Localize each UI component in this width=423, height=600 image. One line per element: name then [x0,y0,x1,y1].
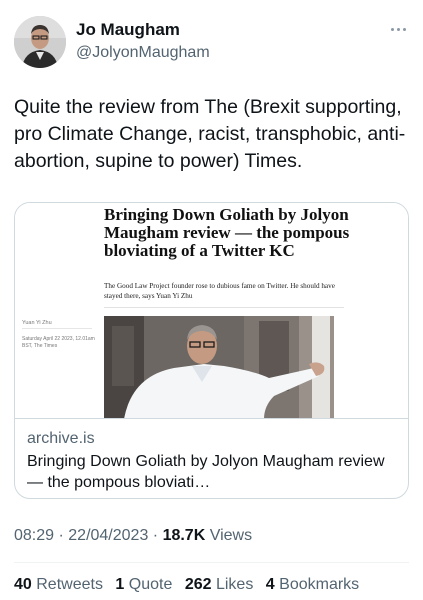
likes-stat[interactable]: 262 Likes [185,576,254,593]
author-handle[interactable]: @JolyonMaugham [76,44,210,62]
views-label: Views [209,527,253,544]
tweet-timestamp: 08:29 · 22/04/2023 · 18.7K Views [14,527,253,544]
engagement-stats: 40 Retweets 1 Quote 262 Likes 4 Bookmark… [14,576,367,594]
tweet-header: Jo Maugham @JolyonMaugham [14,14,409,68]
tweet-date[interactable]: 22/04/2023 [68,527,148,544]
likes-label: Likes [215,576,254,593]
card-image[interactable]: Bringing Down Goliath by Jolyon Maugham … [15,203,408,419]
author-name[interactable]: Jo Maugham [76,20,180,40]
retweets-label: Retweets [36,576,103,593]
quotes-label: Quote [128,576,173,593]
article-dateline: Saturday April 22 2023, 12.01am BST, The… [22,336,95,349]
retweets-count: 40 [14,576,32,593]
tweet-text: Quite the review from The (Brexit suppor… [14,96,406,172]
article-divider [104,307,344,308]
byline-divider [22,328,92,329]
article-headline: Bringing Down Goliath by Jolyon Maugham … [104,205,350,260]
card-domain: archive.is [27,430,95,447]
article-photo [104,316,334,418]
link-card[interactable]: Bringing Down Goliath by Jolyon Maugham … [14,202,409,499]
views-count: 18.7K [162,527,206,544]
quotes-stat[interactable]: 1 Quote [115,576,172,593]
article-byline: Yuan Yi Zhu [22,320,52,326]
bookmarks-count: 4 [265,576,275,593]
retweets-stat[interactable]: 40 Retweets [14,576,103,593]
more-options-icon[interactable] [387,24,409,34]
card-meta[interactable]: archive.is Bringing Down Goliath by Joly… [15,419,408,498]
likes-count: 262 [184,576,212,593]
avatar[interactable] [14,16,66,68]
quotes-count: 1 [115,576,125,593]
card-title: Bringing Down Goliath by Jolyon Maugham … [27,453,385,491]
divider [14,562,409,563]
bookmarks-stat[interactable]: 4 Bookmarks [266,576,359,593]
bookmarks-label: Bookmarks [279,576,360,593]
article-standfirst: The Good Law Project founder rose to dub… [104,282,335,300]
tweet-time[interactable]: 08:29 [14,527,54,544]
